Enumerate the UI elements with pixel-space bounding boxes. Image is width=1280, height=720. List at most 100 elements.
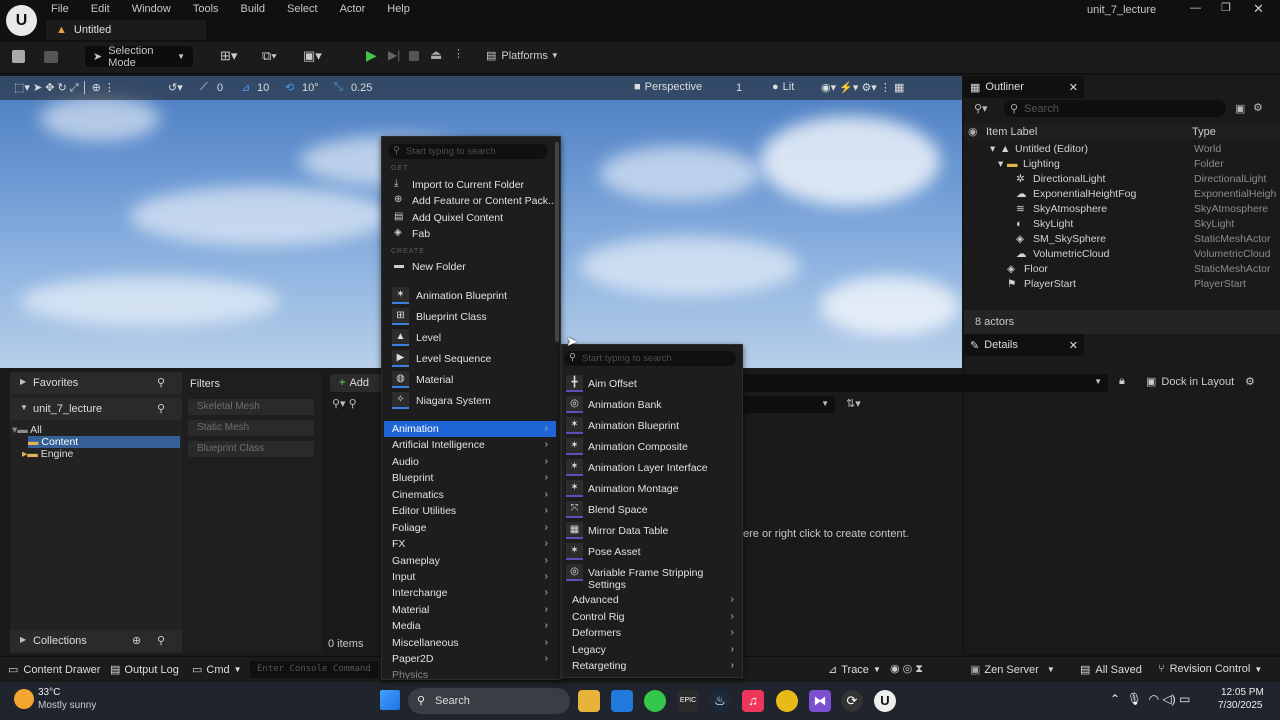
visibility-icon[interactable]: ◉: [968, 125, 978, 138]
save-icon[interactable]: [12, 50, 25, 63]
filter-dropdown-icon[interactable]: ⚲▾ ⚲: [332, 397, 357, 410]
category-blueprint[interactable]: Blueprint ›: [384, 470, 556, 486]
blueprints-icon[interactable]: ⧉▾: [262, 48, 277, 64]
outliner-row[interactable]: ⚑ PlayerStart PlayerStart: [964, 278, 1280, 293]
submenu-group-retargeting[interactable]: Retargeting ›: [564, 658, 742, 674]
folder-all[interactable]: ▾▬ All: [12, 424, 42, 436]
sort-icon[interactable]: ⇅▾: [846, 397, 861, 410]
category-animation[interactable]: Animation ›: [384, 421, 556, 437]
favorites-header[interactable]: ▶ Favorites ⚲: [10, 372, 182, 394]
submenu-search-input[interactable]: ⚲ Start typing to search: [564, 351, 736, 366]
play-icon[interactable]: ▶: [366, 47, 377, 64]
outliner-row[interactable]: ◈ Floor StaticMeshActor: [964, 263, 1280, 278]
menu-item-add-feature[interactable]: ⊕ Add Feature or Content Pack...: [382, 193, 560, 209]
search-icon[interactable]: ⚲: [157, 402, 165, 415]
console-input[interactable]: Enter Console Command: [250, 661, 378, 678]
menu-edit[interactable]: Edit: [91, 3, 110, 15]
outliner-row[interactable]: ✲ DirectionalLight DirectionalLight: [964, 173, 1280, 188]
submenu-item-animation-composite[interactable]: ✶ Animation Composite: [564, 437, 742, 457]
category-material[interactable]: Material ›: [384, 602, 556, 618]
visual-studio-icon[interactable]: ⧓: [809, 690, 831, 712]
category-cinematics[interactable]: Cinematics ›: [384, 487, 556, 503]
epic-games-icon[interactable]: EPIC: [677, 690, 699, 712]
submenu-item-animation-layer-interface[interactable]: ✶ Animation Layer Interface: [564, 458, 742, 478]
unreal-logo-icon[interactable]: U: [6, 5, 37, 36]
submenu-item-mirror-data-table[interactable]: ▦ Mirror Data Table: [564, 521, 742, 541]
record-icon[interactable]: ◉ ◎ ⧗: [890, 662, 923, 676]
game-app-icon[interactable]: [644, 690, 666, 712]
submenu-item-blend-space[interactable]: ⤧ Blend Space: [564, 500, 742, 520]
submenu-item-pose-asset[interactable]: ✶ Pose Asset: [564, 542, 742, 562]
submenu-item-animation-montage[interactable]: ✶ Animation Montage: [564, 479, 742, 499]
step-icon[interactable]: ▶|: [388, 48, 400, 62]
menu-search-input[interactable]: ⚲ Start typing to search: [388, 144, 548, 159]
category-interchange[interactable]: Interchange ›: [384, 585, 556, 601]
filter-chip[interactable]: Skeletal Mesh: [188, 399, 314, 415]
chrome-icon[interactable]: [776, 690, 798, 712]
submenu-group-advanced[interactable]: Advanced ›: [564, 592, 742, 608]
scale-snap-value[interactable]: 0.25: [351, 82, 372, 94]
folder-engine[interactable]: ▸▬ Engine: [22, 448, 73, 460]
category-paper2d[interactable]: Paper2D ›: [384, 651, 556, 667]
column-item-label[interactable]: Item Label: [986, 126, 1037, 138]
filter-icon[interactable]: ⚲▾: [974, 102, 988, 115]
restore-icon[interactable]: ❐: [1221, 1, 1231, 14]
category-media[interactable]: Media ›: [384, 618, 556, 634]
outliner-row[interactable]: ▾ ▬ Lighting Folder: [964, 158, 1280, 173]
menu-item-quixel[interactable]: ▤ Add Quixel Content: [382, 210, 560, 226]
music-icon[interactable]: ♫: [742, 690, 764, 712]
show-flags-icon[interactable]: ◉▾ ⚡▾ ⚙▾ ⋮ ▦: [821, 81, 904, 94]
clock-time[interactable]: 12:05 PM: [1221, 687, 1264, 698]
create-blueprint-class[interactable]: ⊞ Blueprint Class: [390, 307, 560, 327]
outliner-row[interactable]: ☁ ExponentialHeightFog ExponentialHeigh: [964, 188, 1280, 203]
category-audio[interactable]: Audio ›: [384, 454, 556, 470]
menu-select[interactable]: Select: [287, 3, 318, 15]
category-input[interactable]: Input ›: [384, 569, 556, 585]
close-tab-icon[interactable]: ✕: [1069, 81, 1078, 94]
angle-snap-icon[interactable]: ⟲: [285, 81, 294, 94]
add-folder-icon[interactable]: ▣: [1235, 102, 1245, 115]
folder-content[interactable]: ▬ Content: [28, 436, 180, 448]
add-collection-icon[interactable]: ⊕: [132, 634, 141, 647]
angle-snap-value[interactable]: 10°: [302, 82, 319, 94]
submenu-group-control-rig[interactable]: Control Rig ›: [564, 609, 742, 625]
column-type[interactable]: Type: [1192, 126, 1216, 138]
close-tab-icon[interactable]: ✕: [1069, 339, 1078, 352]
outliner-row[interactable]: ☁ VolumetricCloud VolumetricCloud: [964, 248, 1280, 263]
menu-window[interactable]: Window: [132, 3, 171, 15]
grid-snap-icon[interactable]: ⊿: [241, 81, 250, 94]
revision-control-dropdown[interactable]: ⑂ Revision Control ▼: [1158, 663, 1262, 675]
filter-chip[interactable]: Blueprint Class: [188, 441, 314, 457]
minimize-icon[interactable]: —: [1190, 2, 1201, 14]
collections-header[interactable]: ▶ Collections ⊕ ⚲: [10, 630, 182, 652]
browse-icon[interactable]: [44, 51, 58, 63]
menu-scrollbar[interactable]: [555, 142, 559, 342]
file-explorer-icon[interactable]: [578, 690, 600, 712]
submenu-item-aim-offset[interactable]: ╋ Aim Offset: [564, 374, 742, 394]
category-miscellaneous[interactable]: Miscellaneous ›: [384, 635, 556, 651]
unreal-taskbar-icon[interactable]: U: [874, 690, 896, 712]
trace-dropdown[interactable]: ⊿ Trace ▼: [828, 663, 881, 677]
category-fx[interactable]: FX ›: [384, 536, 556, 552]
project-header[interactable]: ▼ unit_7_lecture ⚲: [10, 398, 182, 420]
grid-snap-value[interactable]: 10: [257, 82, 269, 94]
menu-build[interactable]: Build: [241, 3, 265, 15]
create-niagara-system[interactable]: ✧ Niagara System: [390, 391, 560, 411]
platforms-dropdown[interactable]: ▤ Platforms ▼: [486, 49, 559, 63]
menu-item-new-folder[interactable]: ▬ New Folder: [382, 259, 560, 275]
outliner-row[interactable]: ◈ SM_SkySphere StaticMeshActor: [964, 233, 1280, 248]
submenu-item-animation-bank[interactable]: ◎ Animation Bank: [564, 395, 742, 415]
clock-date[interactable]: 7/30/2025: [1218, 700, 1263, 711]
more-options-icon[interactable]: ⋮: [453, 47, 464, 60]
content-drawer-button[interactable]: ▭ Content Drawer: [8, 663, 100, 677]
tray-icons[interactable]: ⌃ 🎙︎ ◠ ◁) ▭: [1110, 692, 1190, 706]
settings-icon[interactable]: ⚙: [1253, 101, 1263, 114]
details-tab[interactable]: ✎ Details ✕: [964, 334, 1084, 356]
filter-chip[interactable]: Static Mesh: [188, 420, 314, 436]
outliner-tab[interactable]: ▦ Outliner ✕: [964, 76, 1084, 98]
outliner-row[interactable]: ▾ ▲ Untitled (Editor) World: [964, 143, 1280, 158]
surface-snap-icon[interactable]: ↺▾: [168, 81, 183, 94]
cmd-dropdown[interactable]: ▭ Cmd ▼: [192, 663, 242, 677]
path-bar[interactable]: ▼: [743, 374, 1108, 392]
category-foliage[interactable]: Foliage ›: [384, 520, 556, 536]
